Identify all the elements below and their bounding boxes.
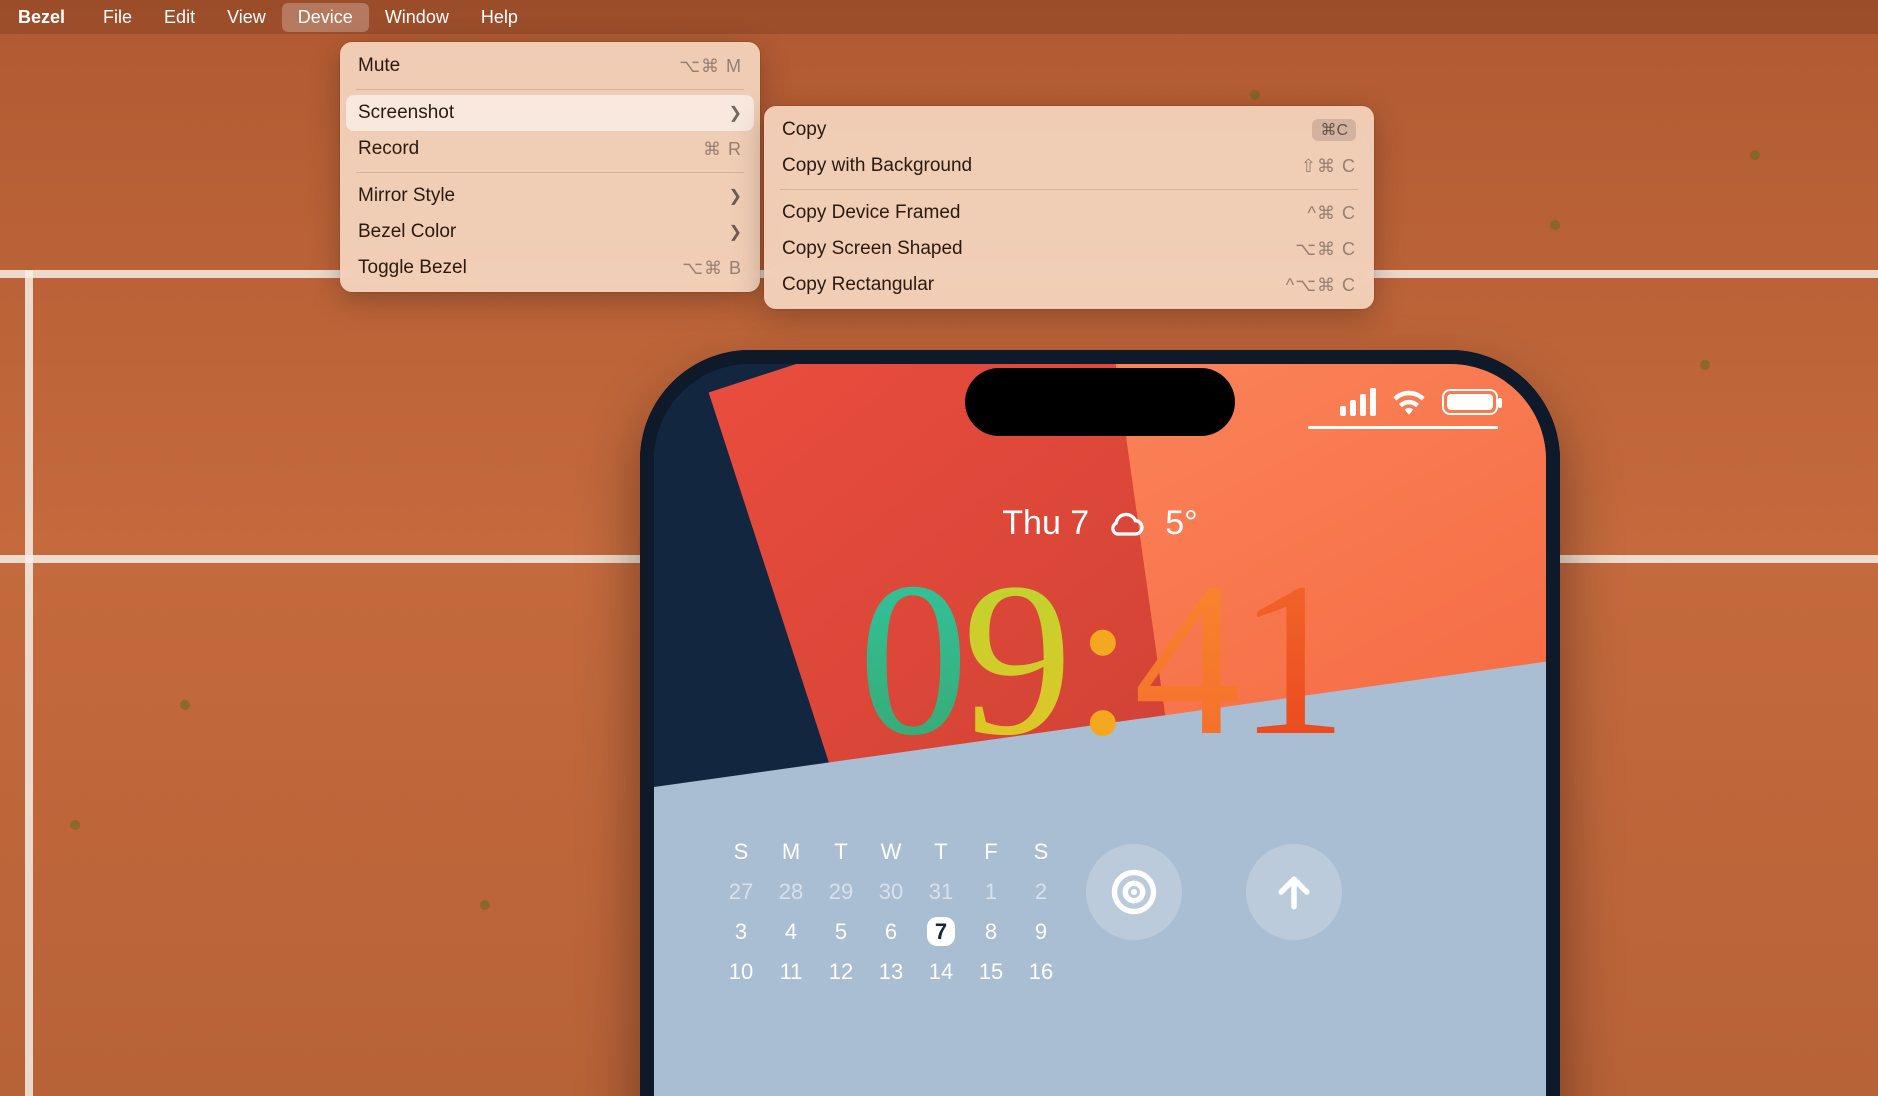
calendar-day: 6 — [866, 912, 916, 952]
calendar-row: 27 28 29 30 31 1 2 — [716, 872, 1066, 912]
calendar-day-today: 7 — [916, 912, 966, 952]
calendar-day: 16 — [1016, 952, 1066, 992]
menubar-item-device[interactable]: Device — [282, 3, 369, 32]
calendar-dow-row: S M T W T F S — [716, 832, 1066, 872]
time-colon: : — [1066, 537, 1133, 781]
time-digit: 0 — [858, 537, 962, 781]
calendar-day: 4 — [766, 912, 816, 952]
device-status-bar — [1340, 388, 1498, 416]
menubar-item-view[interactable]: View — [211, 3, 282, 32]
menu-item-label: Copy — [782, 119, 1312, 141]
menubar-item-help[interactable]: Help — [465, 3, 534, 32]
calendar-day: 27 — [716, 872, 766, 912]
calendar-day: 28 — [766, 872, 816, 912]
menu-item-label: Copy Screen Shaped — [782, 238, 1259, 260]
calendar-day: 1 — [966, 872, 1016, 912]
chevron-right-icon: ❯ — [729, 103, 742, 123]
chevron-right-icon: ❯ — [729, 222, 742, 242]
status-underline — [1308, 426, 1498, 429]
cellular-signal-icon — [1340, 388, 1376, 416]
menu-item-copy-rectangular[interactable]: Copy Rectangular ^⌥⌘ C — [770, 267, 1368, 303]
time-digit: 1 — [1238, 537, 1342, 781]
lockscreen-time: 09:41 — [654, 549, 1546, 769]
calendar-day: 5 — [816, 912, 866, 952]
calendar-day: 30 — [866, 872, 916, 912]
calendar-widget: S M T W T F S 27 28 29 30 31 1 2 — [716, 832, 1066, 992]
calendar-row: 3 4 5 6 7 8 9 — [716, 912, 1066, 952]
menu-item-bezel-color[interactable]: Bezel Color ❯ — [346, 214, 754, 250]
menubar-item-file[interactable]: File — [87, 3, 148, 32]
calendar-day: 14 — [916, 952, 966, 992]
calendar-dow: S — [1016, 832, 1066, 872]
menu-item-shortcut: ⌘C — [1312, 119, 1356, 141]
battery-icon — [1442, 389, 1498, 415]
menu-item-record[interactable]: Record ⌘ R — [346, 131, 754, 167]
time-digit: 4 — [1134, 537, 1238, 781]
calendar-day: 31 — [916, 872, 966, 912]
menubar-item-window[interactable]: Window — [369, 3, 465, 32]
menu-item-copy[interactable]: Copy ⌘C — [770, 112, 1368, 148]
menubar: Bezel File Edit View Device Window Help — [0, 0, 1878, 34]
menu-item-shortcut: ⌥⌘ M — [679, 56, 742, 77]
device-screen: Thu 7 5° 09:41 S M T W T F S — [654, 364, 1546, 1096]
mirrored-device-frame[interactable]: Thu 7 5° 09:41 S M T W T F S — [640, 350, 1560, 1096]
menu-item-toggle-bezel[interactable]: Toggle Bezel ⌥⌘ B — [346, 250, 754, 286]
lockscreen-target-button[interactable] — [1086, 844, 1182, 940]
calendar-day: 15 — [966, 952, 1016, 992]
calendar-dow: F — [966, 832, 1016, 872]
menu-separator — [356, 89, 744, 90]
cloud-icon — [1107, 509, 1147, 539]
calendar-day: 9 — [1016, 912, 1066, 952]
menu-item-screenshot[interactable]: Screenshot ❯ — [346, 95, 754, 131]
calendar-day: 2 — [1016, 872, 1066, 912]
calendar-day: 8 — [966, 912, 1016, 952]
menubar-item-edit[interactable]: Edit — [148, 3, 211, 32]
wifi-icon — [1392, 389, 1426, 415]
lockscreen-up-button[interactable] — [1246, 844, 1342, 940]
menu-separator — [780, 189, 1358, 190]
menu-item-label: Record — [358, 138, 667, 160]
menu-separator — [356, 172, 744, 173]
menu-item-mute[interactable]: Mute ⌥⌘ M — [346, 48, 754, 84]
menu-item-label: Mirror Style — [358, 185, 699, 207]
calendar-day: 10 — [716, 952, 766, 992]
calendar-dow: S — [716, 832, 766, 872]
calendar-day: 13 — [866, 952, 916, 992]
calendar-day: 12 — [816, 952, 866, 992]
menu-item-label: Copy Device Framed — [782, 202, 1272, 224]
calendar-dow: M — [766, 832, 816, 872]
calendar-day: 29 — [816, 872, 866, 912]
menu-item-label: Screenshot — [358, 102, 699, 124]
screenshot-submenu: Copy ⌘C Copy with Background ⇧⌘ C Copy D… — [764, 106, 1374, 309]
menu-item-label: Mute — [358, 55, 643, 77]
menu-item-shortcut: ⌥⌘ B — [682, 258, 742, 279]
menu-item-shortcut: ^⌘ C — [1308, 203, 1356, 224]
menu-item-label: Toggle Bezel — [358, 257, 646, 279]
menu-item-shortcut: ⌥⌘ C — [1295, 239, 1356, 260]
menu-item-copy-device-framed[interactable]: Copy Device Framed ^⌘ C — [770, 195, 1368, 231]
menu-item-shortcut: ⌘ R — [703, 139, 742, 160]
chevron-right-icon: ❯ — [729, 186, 742, 206]
menu-item-copy-with-background[interactable]: Copy with Background ⇧⌘ C — [770, 148, 1368, 184]
menu-item-label: Copy Rectangular — [782, 274, 1250, 296]
menubar-app-name[interactable]: Bezel — [18, 3, 87, 32]
calendar-dow: T — [816, 832, 866, 872]
menu-item-label: Bezel Color — [358, 221, 699, 243]
calendar-dow: T — [916, 832, 966, 872]
menu-item-shortcut: ^⌥⌘ C — [1286, 275, 1356, 296]
menu-item-mirror-style[interactable]: Mirror Style ❯ — [346, 178, 754, 214]
time-digit: 9 — [962, 537, 1066, 781]
menu-item-copy-screen-shaped[interactable]: Copy Screen Shaped ⌥⌘ C — [770, 231, 1368, 267]
device-dropdown: Mute ⌥⌘ M Screenshot ❯ Record ⌘ R Mirror… — [340, 42, 760, 292]
calendar-dow: W — [866, 832, 916, 872]
calendar-day: 11 — [766, 952, 816, 992]
calendar-row: 10 11 12 13 14 15 16 — [716, 952, 1066, 992]
menu-item-label: Copy with Background — [782, 155, 1265, 177]
device-dynamic-island — [965, 368, 1235, 436]
menu-item-shortcut: ⇧⌘ C — [1301, 156, 1356, 177]
calendar-day: 3 — [716, 912, 766, 952]
